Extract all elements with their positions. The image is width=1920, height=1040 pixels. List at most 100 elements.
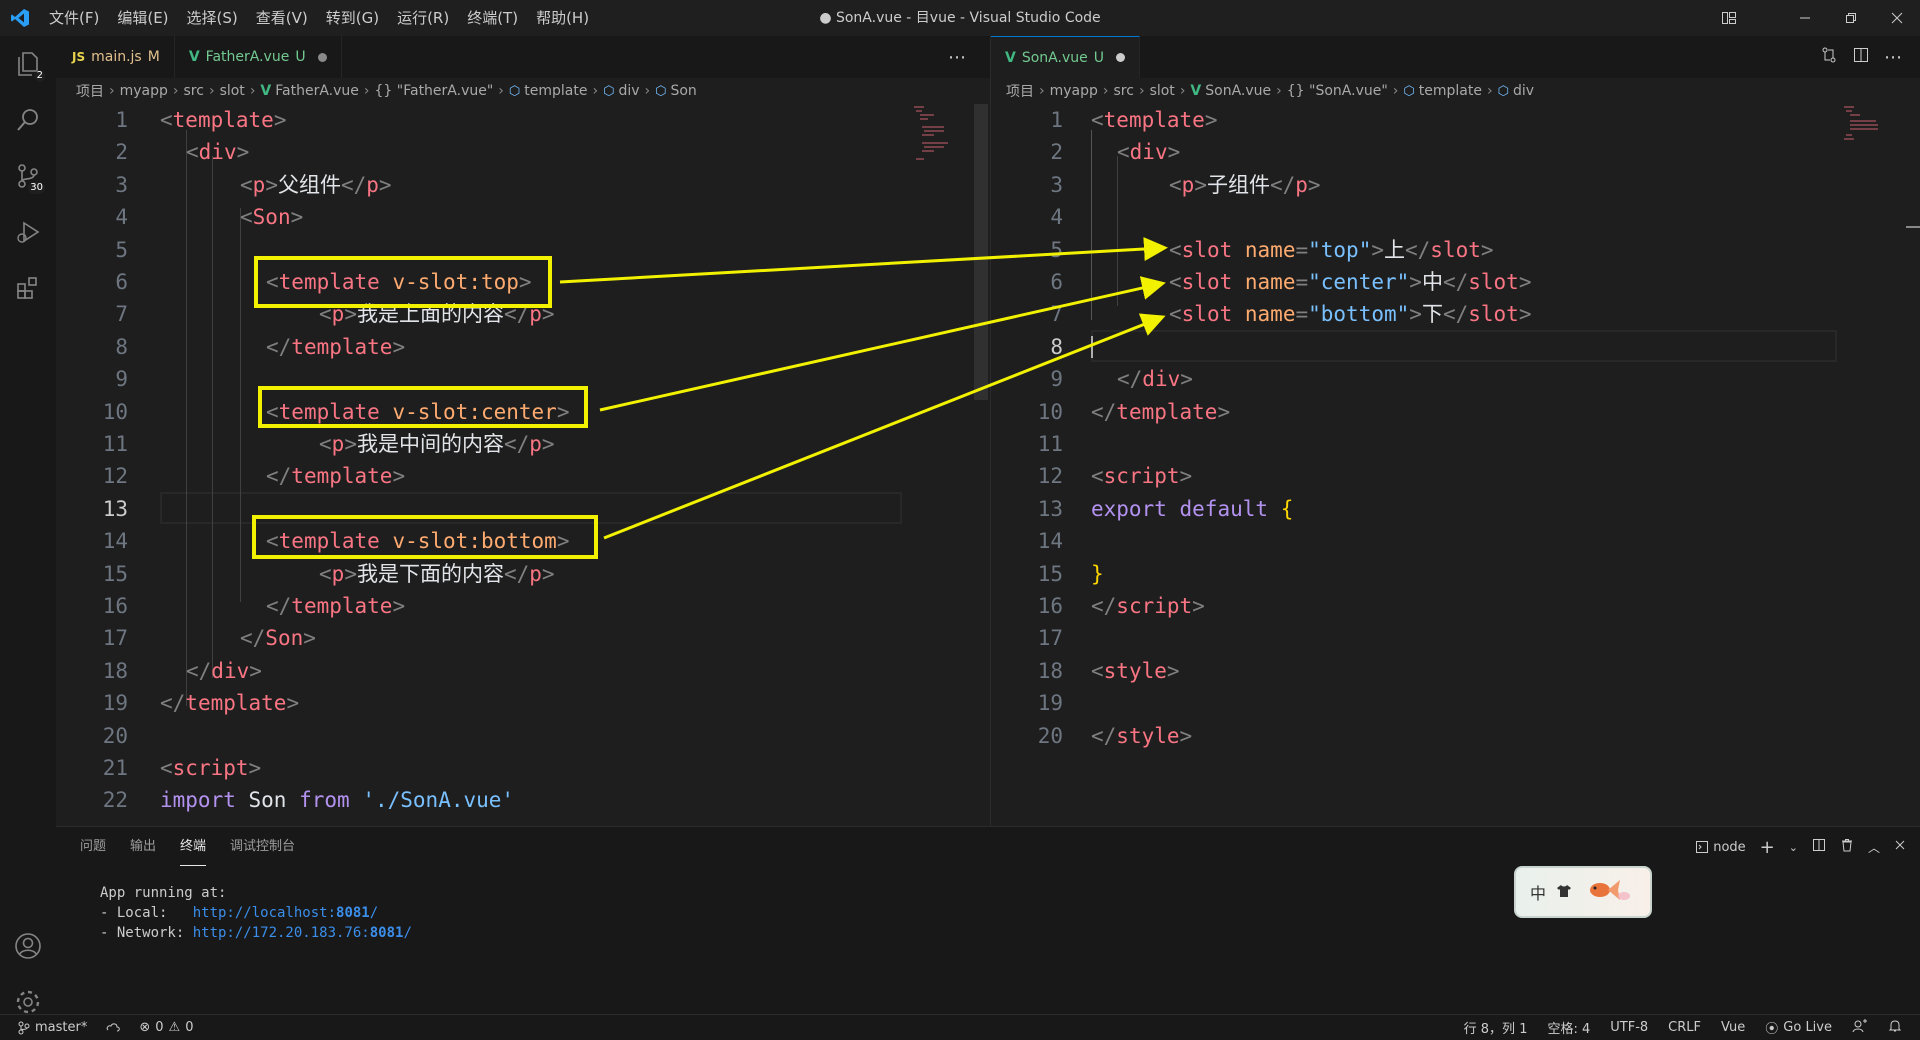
line-number: 4 xyxy=(115,205,128,230)
tab-output[interactable]: 输出 xyxy=(130,827,156,867)
tab-problems[interactable]: 问题 xyxy=(80,827,106,867)
crumb[interactable]: div xyxy=(618,83,639,99)
encoding[interactable]: UTF-8 xyxy=(1610,1020,1648,1035)
crumb[interactable]: template xyxy=(1419,83,1482,99)
line-number: 3 xyxy=(1050,172,1063,197)
menu-help[interactable]: 帮助(H) xyxy=(527,0,598,36)
language-mode[interactable]: Vue xyxy=(1721,1020,1745,1035)
indentation[interactable]: 空格: 4 xyxy=(1547,1018,1590,1037)
crumb[interactable]: src xyxy=(184,83,204,99)
terminal-line: - Network: http://172.20.183.76:8081/ xyxy=(100,925,412,941)
crumb[interactable]: FatherA.vue xyxy=(275,83,359,99)
untracked-status: U xyxy=(1093,49,1104,66)
modified-status: M xyxy=(147,49,160,65)
source-control-icon[interactable]: 30 xyxy=(0,148,56,204)
account-icon[interactable] xyxy=(0,918,56,974)
bottom-panel: 问题 输出 终端 调试控制台 node + ⌄ ︿ App running at… xyxy=(56,826,1920,1014)
line-number: 19 xyxy=(102,691,128,716)
indent-guide xyxy=(186,130,187,706)
crumb[interactable]: {} "SonA.vue" xyxy=(1287,83,1388,99)
extensions-icon[interactable] xyxy=(0,260,56,316)
left-minimap[interactable] xyxy=(912,104,952,164)
line-number-current: 8 xyxy=(1050,334,1063,359)
split-terminal-icon[interactable] xyxy=(1812,838,1826,856)
sync-icon[interactable] xyxy=(105,1022,121,1034)
shirt-icon[interactable] xyxy=(1556,883,1572,902)
maximize-panel-icon[interactable]: ︿ xyxy=(1868,839,1880,856)
crumb[interactable]: 项目 xyxy=(1006,81,1034,101)
line-number: 16 xyxy=(1037,594,1063,618)
close-panel-icon[interactable] xyxy=(1894,839,1906,855)
ime-mode-label[interactable]: 中 xyxy=(1530,880,1546,904)
more-actions-icon[interactable]: ⋯ xyxy=(1884,47,1902,68)
right-minimap[interactable] xyxy=(1842,104,1882,164)
crumb[interactable]: {} "FatherA.vue" xyxy=(375,83,494,99)
cursor-position[interactable]: 行 8，列 1 xyxy=(1464,1018,1528,1037)
minimize-icon[interactable] xyxy=(1782,0,1828,36)
run-debug-icon[interactable] xyxy=(0,204,56,260)
menu-view[interactable]: 查看(V) xyxy=(247,0,317,36)
crumb[interactable]: SonA.vue xyxy=(1205,83,1271,99)
tab-sona-vue[interactable]: V SonA.vue U xyxy=(991,36,1140,78)
crumb[interactable]: div xyxy=(1513,83,1534,99)
unsaved-dot-icon[interactable] xyxy=(1115,53,1125,62)
menu-terminal[interactable]: 终端(T) xyxy=(458,0,527,36)
tab-terminal[interactable]: 终端 xyxy=(180,829,207,866)
compare-changes-icon[interactable] xyxy=(1820,46,1838,68)
go-live-button[interactable]: ⦿ Go Live xyxy=(1765,1018,1832,1037)
branch-status[interactable]: master* xyxy=(18,1020,87,1035)
code-line: <style> xyxy=(1091,658,1180,683)
split-editor-icon[interactable] xyxy=(1852,46,1870,68)
line-number: 13 xyxy=(1037,496,1063,521)
more-actions-icon[interactable]: ⋯ xyxy=(948,47,966,68)
tab-debug-console[interactable]: 调试控制台 xyxy=(230,827,295,867)
crumb[interactable]: myapp xyxy=(1050,83,1098,99)
menu-go[interactable]: 转到(G) xyxy=(317,0,388,36)
left-scrollbar[interactable] xyxy=(974,104,988,400)
menu-file[interactable]: 文件(F) xyxy=(40,0,108,36)
line-ending[interactable]: CRLF xyxy=(1668,1020,1701,1035)
current-line-highlight xyxy=(1091,330,1837,362)
terminal-selector[interactable]: node xyxy=(1695,840,1746,855)
new-terminal-plus-icon[interactable]: + xyxy=(1760,837,1775,858)
crumb[interactable]: Son xyxy=(670,83,696,99)
left-tab-bar: JS main.js M V FatherA.vue U xyxy=(56,36,990,78)
crumb[interactable]: slot xyxy=(220,83,245,99)
line-number: 11 xyxy=(102,432,128,456)
chevron-down-icon[interactable]: ⌄ xyxy=(1789,841,1798,854)
menu-edit[interactable]: 编辑(E) xyxy=(108,0,177,36)
tab-main-js[interactable]: JS main.js M xyxy=(56,36,175,78)
crumb[interactable]: 项目 xyxy=(76,81,104,101)
highlight-box-center xyxy=(258,386,588,428)
explorer-icon[interactable]: 2 xyxy=(0,36,56,92)
feedback-icon[interactable] xyxy=(1852,1018,1868,1037)
line-number: 20 xyxy=(102,723,128,748)
layout-icon[interactable] xyxy=(1706,0,1752,36)
left-code-editor[interactable]: 1 2 3 4 5 6 7 8 9 10 11 12 13 14 15 16 1… xyxy=(56,104,990,824)
right-tab-bar: V SonA.vue U xyxy=(991,36,1920,78)
menu-run[interactable]: 运行(R) xyxy=(388,0,458,36)
tab-fathera-vue[interactable]: V FatherA.vue U xyxy=(175,36,342,78)
notifications-bell-icon[interactable] xyxy=(1888,1019,1902,1037)
terminal-output[interactable]: App running at: - Local: http://localhost… xyxy=(100,883,412,943)
menu-selection[interactable]: 选择(S) xyxy=(178,0,247,36)
code-line: </div> xyxy=(1117,367,1193,392)
right-code-editor[interactable]: 1 2 3 4 5 6 7 8 9 10 11 12 13 14 15 16 1… xyxy=(991,104,1920,824)
crumb[interactable]: src xyxy=(1114,83,1134,99)
crumb[interactable]: slot xyxy=(1150,83,1175,99)
close-icon[interactable] xyxy=(1874,0,1920,36)
problems-status[interactable]: ⊗ 0 ⚠ 0 xyxy=(139,1020,193,1035)
crumb[interactable]: template xyxy=(524,83,587,99)
line-number: 1 xyxy=(1050,108,1063,132)
search-icon[interactable] xyxy=(0,92,56,148)
trash-icon[interactable] xyxy=(1840,838,1854,856)
line-number: 8 xyxy=(115,334,128,359)
unsaved-dot-icon[interactable] xyxy=(317,52,327,62)
line-number: 12 xyxy=(1037,464,1063,489)
crumb[interactable]: myapp xyxy=(120,83,168,99)
overview-ruler-mark xyxy=(1906,226,1920,228)
restore-icon[interactable] xyxy=(1828,0,1874,36)
ime-toolbar[interactable]: 中 xyxy=(1514,866,1652,918)
line-number: 16 xyxy=(102,594,128,618)
vscode-logo-icon[interactable] xyxy=(0,0,40,36)
